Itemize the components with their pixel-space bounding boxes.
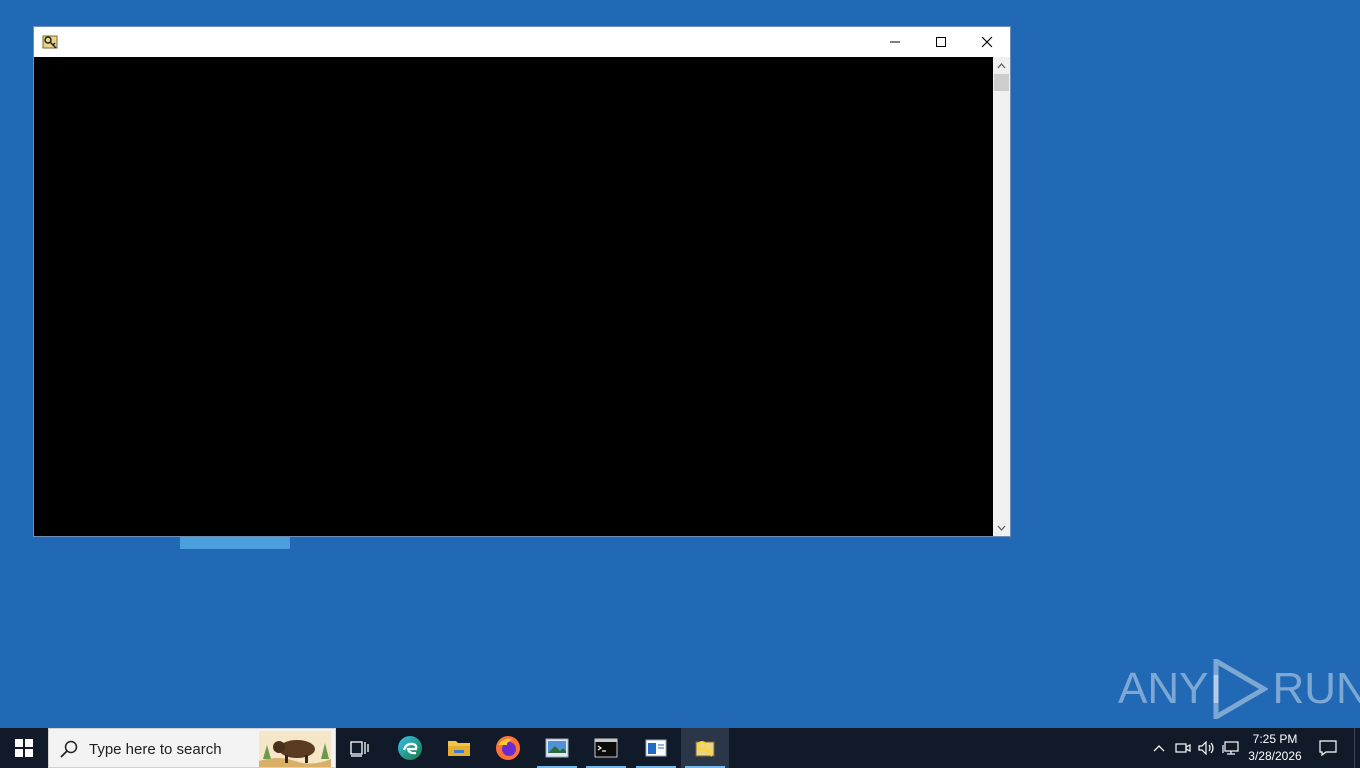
clock-time: 7:25 PM <box>1252 732 1298 746</box>
maximize-icon <box>936 37 946 47</box>
search-highlight-bison-icon <box>259 731 331 767</box>
window-titlebar[interactable] <box>34 27 1010 57</box>
search-placeholder: Type here to search <box>89 741 222 758</box>
volume-icon <box>1198 741 1214 755</box>
taskbar-firefox[interactable] <box>484 728 532 768</box>
desktop-selection-strip <box>180 537 290 549</box>
chevron-down-icon <box>997 525 1006 531</box>
taskbar-app-window[interactable] <box>632 728 680 768</box>
watermark-right-text: RUN <box>1272 664 1360 713</box>
chevron-up-icon <box>997 62 1006 68</box>
close-button[interactable] <box>964 27 1010 57</box>
play-logo-icon <box>1213 659 1269 719</box>
folder-icon <box>448 741 470 756</box>
taskbar-key-folder-app[interactable] <box>681 728 729 768</box>
image-viewer-icon <box>545 738 569 758</box>
taskbar-command-prompt[interactable] <box>582 728 630 768</box>
key-folder-app-icon <box>695 741 715 757</box>
app-window-icon <box>645 739 667 757</box>
network-icon <box>1222 741 1239 755</box>
task-view-button[interactable] <box>336 728 384 768</box>
taskbar-image-viewer[interactable] <box>533 728 581 768</box>
notification-icon <box>1319 740 1337 756</box>
console-window[interactable] <box>33 26 1011 537</box>
task-view-icon <box>350 741 369 757</box>
tray-volume[interactable] <box>1197 738 1217 758</box>
close-icon <box>981 36 993 48</box>
edge-icon <box>398 736 422 760</box>
vertical-scrollbar[interactable] <box>993 57 1010 536</box>
console-output-area[interactable] <box>34 57 994 536</box>
taskbar-edge[interactable] <box>386 728 434 768</box>
tray-overflow-button[interactable] <box>1149 738 1169 758</box>
maximize-button[interactable] <box>918 27 964 57</box>
minimize-icon <box>890 41 900 43</box>
tray-meet-now[interactable] <box>1173 738 1193 758</box>
scroll-up-button[interactable] <box>993 57 1010 74</box>
search-icon <box>60 740 78 758</box>
key-folder-app-icon <box>42 33 60 51</box>
scroll-down-button[interactable] <box>993 519 1010 536</box>
start-button[interactable] <box>0 728 48 768</box>
notification-center-button[interactable] <box>1316 738 1340 758</box>
taskbar: Type here to search 7:25 PM 3/28/2026 <box>0 728 1360 768</box>
camera-icon <box>1175 743 1191 753</box>
scroll-thumb[interactable] <box>994 74 1009 91</box>
taskbar-file-explorer[interactable] <box>435 728 483 768</box>
anyrun-watermark: ANY RUN <box>1118 656 1360 722</box>
taskbar-clock[interactable]: 7:25 PM 3/28/2026 <box>1240 731 1310 765</box>
show-desktop-button[interactable] <box>1354 728 1360 768</box>
tray-network[interactable] <box>1221 738 1241 758</box>
taskbar-search-box[interactable]: Type here to search <box>48 728 336 768</box>
command-prompt-icon <box>594 738 618 758</box>
windows-logo-icon <box>15 739 33 757</box>
clock-date: 3/28/2026 <box>1248 749 1302 763</box>
chevron-up-icon <box>1153 745 1165 752</box>
firefox-icon <box>496 736 520 760</box>
watermark-left-text: ANY <box>1118 664 1209 713</box>
minimize-button[interactable] <box>872 27 918 57</box>
